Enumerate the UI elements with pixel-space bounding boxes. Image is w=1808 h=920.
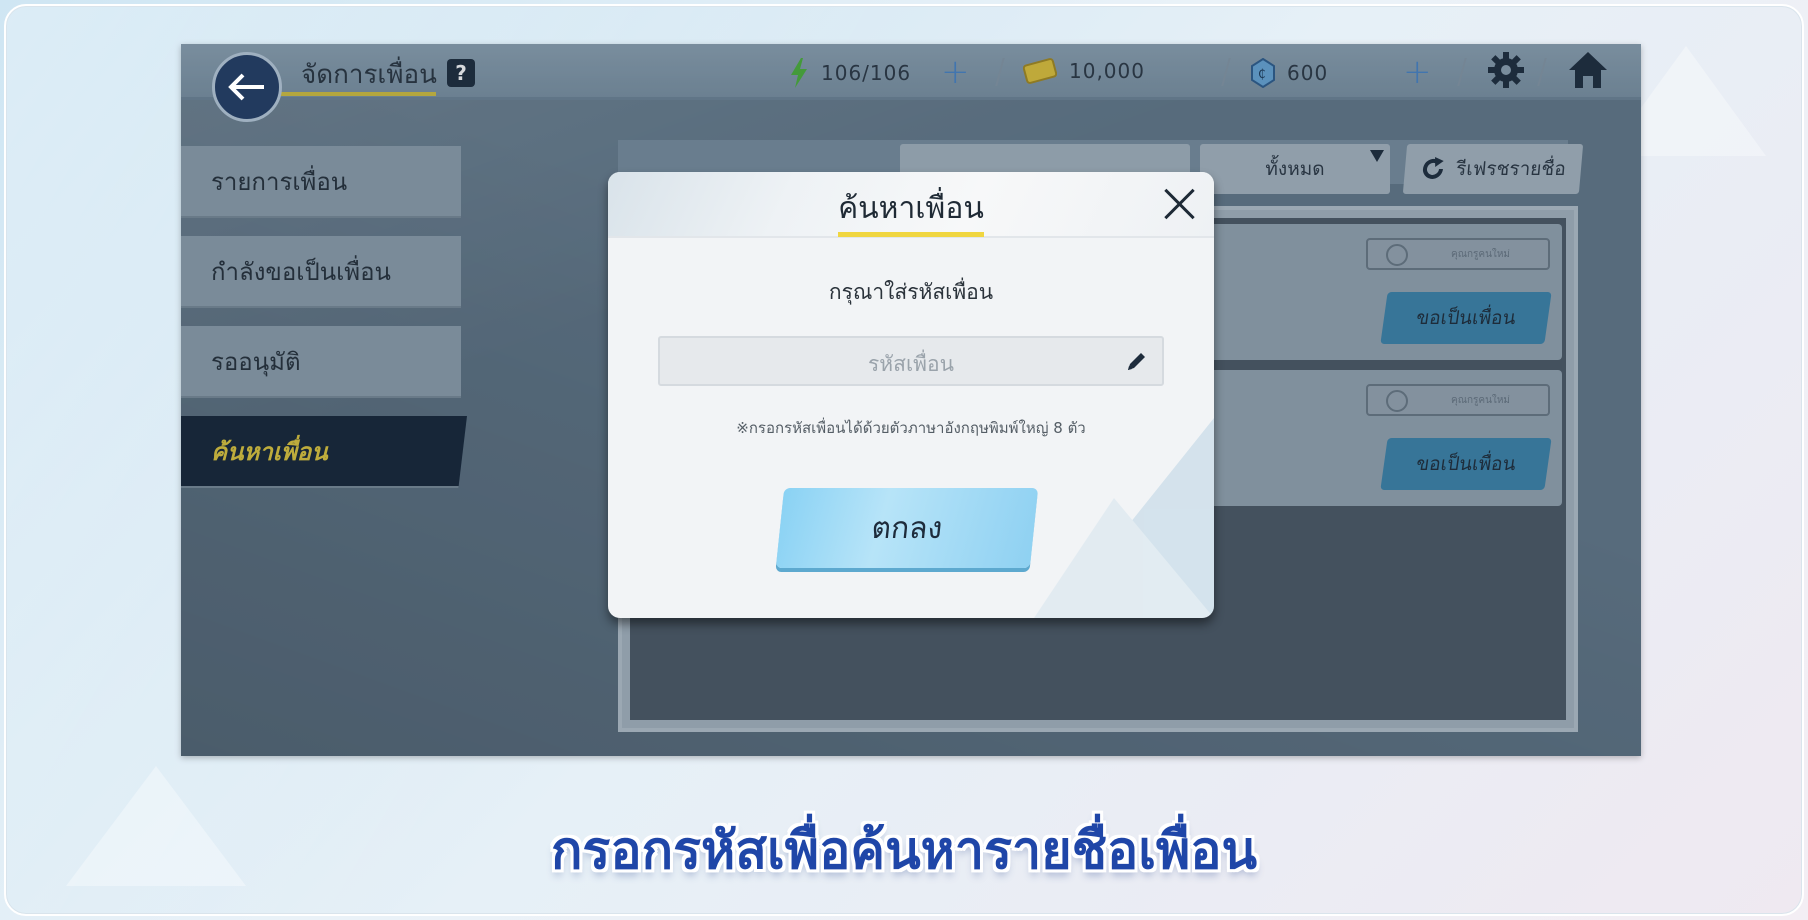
dialog-title-underline: [838, 232, 984, 237]
dialog-hint: ※กรอกรหัสเพื่อนได้ด้วยตัวภาษาอังกฤษพิมพ์…: [736, 419, 1086, 437]
ok-label: ตกลง: [869, 510, 945, 546]
ok-button[interactable]: ตกลง: [775, 488, 1039, 568]
dialog-title: ค้นหาเพื่อน: [838, 191, 984, 226]
friend-code-placeholder: รหัสเพื่อน: [868, 352, 954, 376]
friend-code-input[interactable]: รหัสเพื่อน: [658, 336, 1164, 386]
pencil-icon: [1128, 353, 1145, 370]
dialog-prompt: กรุณาใส่รหัสเพื่อน: [828, 280, 994, 304]
arrow-left-icon: [228, 73, 264, 101]
caption-text: กรอกรหัสเพื่อค้นหารายชื่อเพื่อน: [550, 821, 1258, 881]
game-screen: จัดการเพื่อน ? 106/106 + 10,000 ₵ 600 +: [181, 44, 1641, 756]
back-button[interactable]: [212, 52, 282, 122]
search-friend-dialog: ค้นหาเพื่อน กรุณาใส่รหัสเพื่อน รหัสเพื่อ…: [608, 172, 1214, 618]
close-icon[interactable]: [1162, 186, 1198, 222]
